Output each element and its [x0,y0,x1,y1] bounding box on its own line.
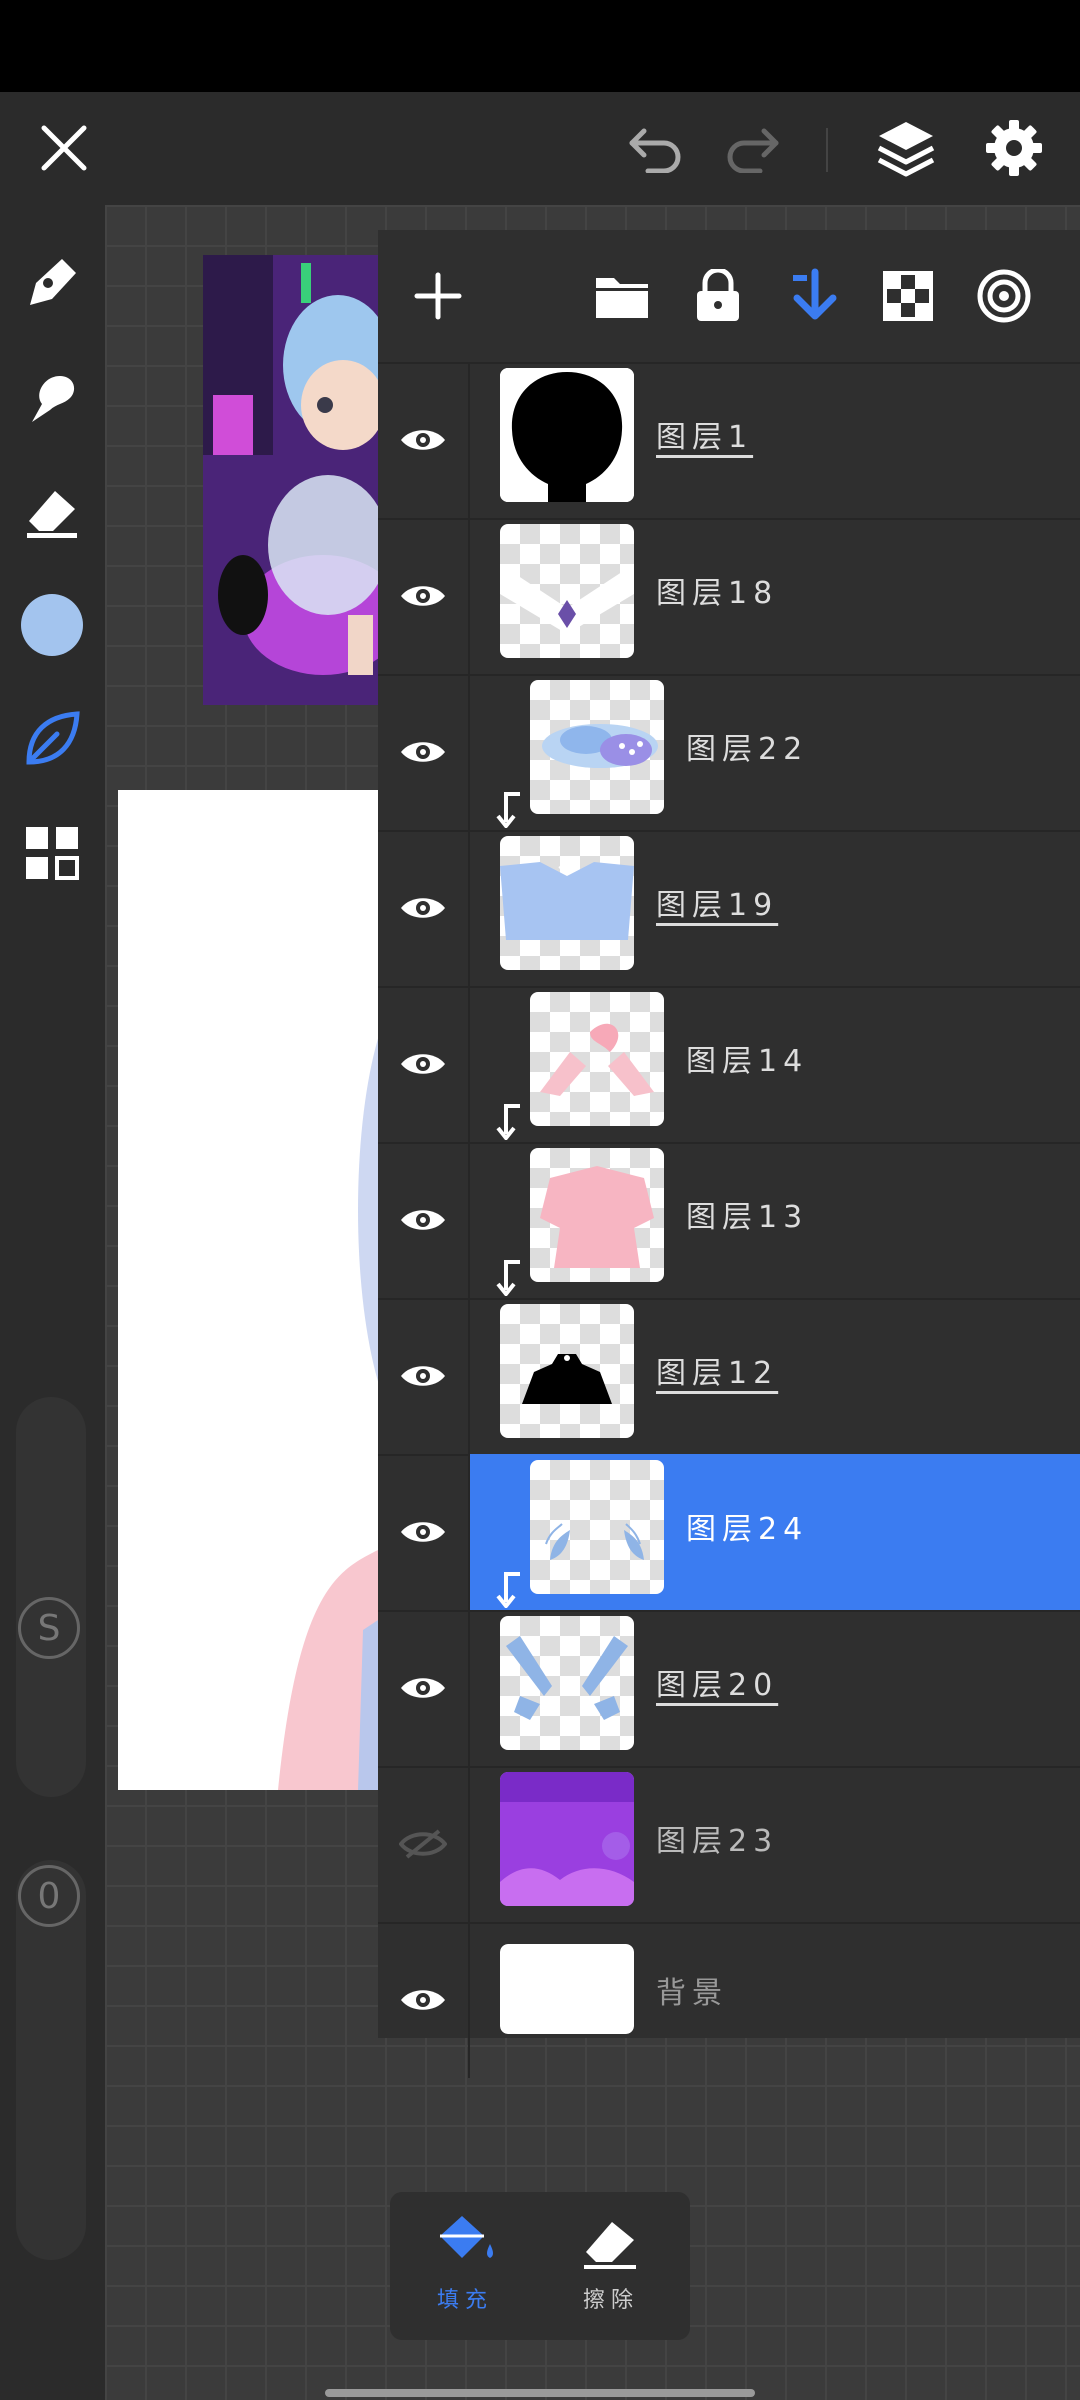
layer-row[interactable]: 图层20 [378,1610,1080,1768]
layer-thumbnail [530,992,664,1126]
toolbar-divider [826,128,828,172]
layer-thumbnail [500,1772,634,1906]
layer-row[interactable]: 背景 [378,1922,1080,2078]
layer-name: 图层20 [656,1668,779,1703]
layer-row[interactable]: 图层1 [378,362,1080,520]
layer-thumbnail [500,1304,634,1438]
eye-hidden-icon[interactable] [378,1766,470,1922]
opacity-knob[interactable]: 0 [18,1865,80,1927]
home-indicator [325,2389,755,2397]
layer-row[interactable]: 图层23 [378,1766,1080,1924]
layer-row[interactable]: 图层13 [378,1142,1080,1300]
layer-name: 图层23 [656,1824,779,1859]
redo-icon[interactable] [716,112,788,184]
layer-thumbnail [500,368,634,502]
layer-thumbnail [500,1616,634,1750]
layer-thumbnail [530,1148,664,1282]
layer-thumbnail [500,524,634,658]
lock-icon[interactable] [682,260,754,332]
eye-visible-icon[interactable] [378,1610,470,1766]
layer-row[interactable]: 图层18 [378,518,1080,676]
layer-name: 图层18 [656,576,779,611]
layer-row[interactable]: 图层14 [378,986,1080,1144]
reference-image[interactable] [203,255,378,705]
leaf-brush-icon[interactable] [14,701,90,777]
eraser-icon [584,2222,636,2269]
eye-visible-icon[interactable] [378,1922,470,2078]
eye-visible-icon[interactable] [378,830,470,986]
alpha-lock-icon[interactable] [872,260,944,332]
folder-icon[interactable] [586,260,658,332]
layer-thumbnail [530,680,664,814]
layers-panel: 图层1 图层18 图层22 图层19 图层14 图层13 图层12 图层24 图层20 图层23 背… [378,230,1080,2078]
smudge-tool-icon[interactable] [14,360,90,436]
layer-name: 图层22 [686,732,809,767]
clipping-arrow-icon [496,1572,526,1610]
layer-effects-icon[interactable] [968,260,1040,332]
layers-toolbar [378,230,1080,364]
layer-thumbnail [500,1944,634,2034]
layer-row[interactable]: 图层19 [378,830,1080,988]
undo-icon[interactable] [620,112,692,184]
close-icon[interactable] [28,112,100,184]
bottom-tools: 填充 擦除 [390,2192,690,2340]
clipping-arrow-icon [496,792,526,830]
eye-visible-icon[interactable] [378,362,470,518]
layer-name: 图层13 [686,1200,809,1235]
brush-size-slider[interactable]: S [16,1397,86,1797]
eye-visible-icon[interactable] [378,1298,470,1454]
color-swatch[interactable] [14,587,90,663]
layer-thumbnail [530,1460,664,1594]
erase-label: 擦除 [582,2288,639,2313]
left-toolbar: S 0 [0,205,105,2400]
top-bar [0,92,1080,204]
fill-label: 填充 [436,2288,493,2313]
opacity-slider[interactable]: 0 [16,1860,86,2260]
paint-bucket-icon [440,2216,493,2258]
layer-name: 图层19 [656,888,779,923]
layer-name: 图层14 [686,1044,809,1079]
eye-visible-icon[interactable] [378,1142,470,1298]
eye-visible-icon[interactable] [378,986,470,1142]
layer-name: 图层12 [656,1356,779,1391]
layer-row[interactable]: 图层22 [378,674,1080,832]
fill-button[interactable]: 填充 [410,2210,520,2314]
clipping-mask-icon[interactable] [776,260,848,332]
clipping-arrow-icon [496,1260,526,1298]
layer-thumbnail [500,836,634,970]
add-layer-icon[interactable] [402,260,474,332]
settings-gear-icon[interactable] [974,108,1054,188]
brush-tool-icon[interactable] [14,245,90,321]
layer-name: 图层1 [656,420,754,455]
drawing-canvas[interactable] [118,790,378,1790]
eye-visible-icon[interactable] [378,1454,470,1610]
layers-icon[interactable] [866,108,946,188]
layer-row[interactable]: 图层12 [378,1298,1080,1456]
layer-row[interactable]: 图层24 [378,1454,1080,1612]
gallery-grid-icon[interactable] [14,815,90,891]
layer-name: 图层24 [686,1512,809,1547]
status-bar [0,0,1080,92]
opacity-slider-label: 0 [37,1875,61,1917]
eye-visible-icon[interactable] [378,674,470,830]
brush-size-knob[interactable]: S [18,1597,80,1659]
erase-button[interactable]: 擦除 [556,2210,666,2314]
eye-visible-icon[interactable] [378,518,470,674]
size-slider-label: S [37,1607,61,1649]
eraser-tool-icon[interactable] [14,473,90,549]
layer-name: 背景 [656,1976,728,2011]
clipping-arrow-icon [496,1104,526,1142]
